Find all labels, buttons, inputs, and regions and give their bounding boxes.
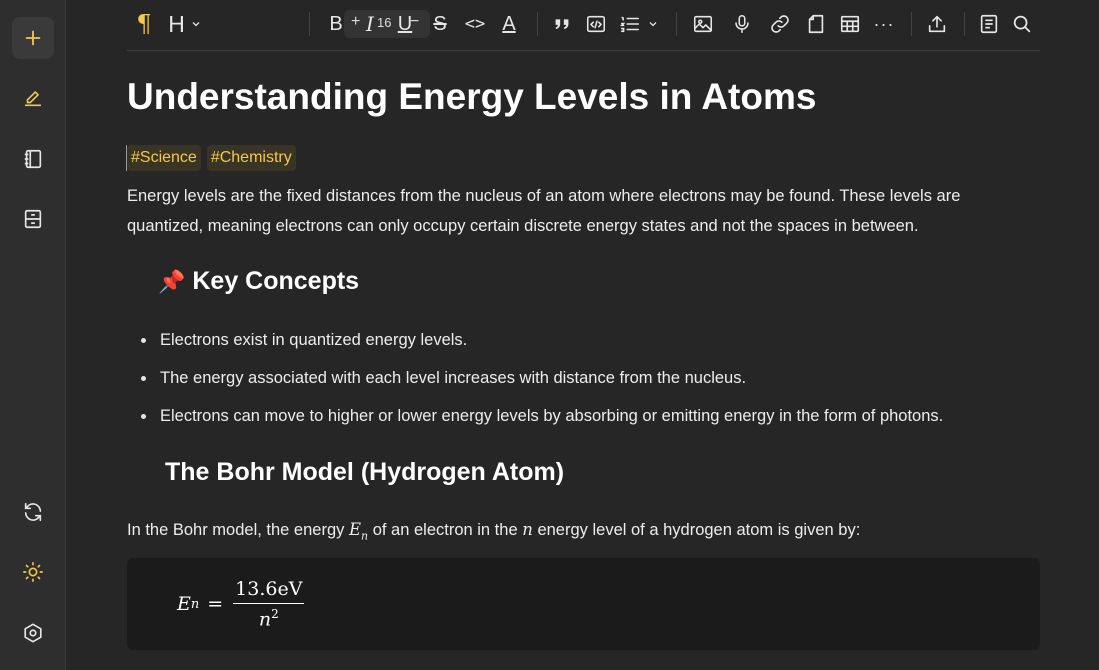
sun-icon bbox=[23, 562, 43, 582]
bohr-text-part: In the Bohr model, the energy bbox=[127, 521, 349, 539]
bold-button[interactable]: B bbox=[324, 9, 348, 39]
insert-table-button[interactable] bbox=[837, 9, 863, 39]
image-icon bbox=[693, 15, 713, 33]
denominator-exponent: 2 bbox=[271, 607, 279, 621]
code-block-button[interactable] bbox=[583, 9, 609, 39]
new-note-button[interactable] bbox=[12, 17, 54, 59]
bohr-paragraph[interactable]: In the Bohr model, the energy En of an e… bbox=[127, 515, 1027, 551]
strikethrough-button[interactable]: S bbox=[428, 9, 452, 39]
chevron-down-icon bbox=[649, 22, 657, 27]
plus-icon bbox=[25, 30, 41, 46]
toolbar-divider bbox=[676, 12, 677, 36]
tag-list: #Science #Chemistry bbox=[127, 145, 296, 171]
fraction-numerator: 13.6eV bbox=[233, 578, 305, 604]
export-button[interactable] bbox=[924, 9, 950, 39]
sidebar bbox=[0, 0, 66, 670]
key-concepts-list: Electrons exist in quantized energy leve… bbox=[127, 325, 943, 439]
energy-equation: En = 13.6eV n2 bbox=[177, 578, 305, 630]
insert-page-button[interactable] bbox=[803, 9, 829, 39]
theme-toggle-button[interactable] bbox=[12, 551, 54, 593]
chevron-down-icon bbox=[192, 22, 200, 27]
settings-button[interactable] bbox=[12, 612, 54, 654]
archive-button[interactable] bbox=[12, 198, 54, 240]
edit-button[interactable] bbox=[12, 77, 54, 119]
toolbar-divider bbox=[911, 12, 912, 36]
key-concepts-heading[interactable]: 📌 Key Concepts bbox=[158, 267, 359, 296]
more-options-button[interactable]: ··· bbox=[870, 9, 898, 39]
inline-math-En: En bbox=[348, 520, 368, 542]
toolbar-divider bbox=[309, 12, 310, 36]
math-block[interactable]: En = 13.6eV n2 bbox=[127, 558, 1040, 650]
notebooks-button[interactable] bbox=[12, 138, 54, 180]
list-item[interactable]: Electrons can move to higher or lower en… bbox=[127, 401, 943, 439]
inline-math-n: n bbox=[522, 520, 533, 539]
bohr-model-heading[interactable]: The Bohr Model (Hydrogen Atom) bbox=[165, 458, 564, 487]
font-size-stepper: + 16 − bbox=[344, 10, 430, 38]
pencil-icon bbox=[24, 91, 42, 107]
key-concepts-heading-text: Key Concepts bbox=[192, 267, 360, 295]
list-item[interactable]: Electrons exist in quantized energy leve… bbox=[127, 325, 943, 363]
heading-dropdown[interactable]: H bbox=[165, 9, 205, 39]
toolbar-divider bbox=[964, 12, 965, 36]
pushpin-emoji: 📌 bbox=[158, 269, 186, 294]
equation-fraction: 13.6eV n2 bbox=[233, 578, 305, 630]
list-icon bbox=[619, 16, 640, 33]
tag-science[interactable]: #Science bbox=[127, 145, 201, 171]
voice-input-button[interactable] bbox=[729, 9, 755, 39]
hexagon-settings-icon bbox=[24, 623, 42, 643]
insert-link-button[interactable] bbox=[767, 9, 793, 39]
underline-button[interactable]: U bbox=[393, 9, 417, 39]
table-icon bbox=[840, 15, 860, 33]
document-outline-icon bbox=[980, 14, 998, 34]
document-title[interactable]: Understanding Energy Levels in Atoms bbox=[127, 76, 816, 118]
paragraph-button[interactable]: ¶ bbox=[131, 9, 157, 39]
text-color-button[interactable]: A bbox=[497, 9, 521, 39]
formatting-toolbar: ¶ H + 16 − B I U S <> A ··· bbox=[127, 0, 1040, 51]
inline-code-button[interactable]: <> bbox=[460, 9, 490, 39]
blockquote-button[interactable] bbox=[549, 9, 575, 39]
denominator-var: n bbox=[258, 608, 272, 631]
upload-icon bbox=[928, 15, 946, 33]
link-icon bbox=[771, 15, 789, 33]
insert-image-button[interactable] bbox=[690, 9, 716, 39]
equals-sign: = bbox=[207, 593, 224, 616]
sync-button[interactable] bbox=[12, 491, 54, 533]
list-dropdown[interactable] bbox=[617, 9, 661, 39]
microphone-icon bbox=[735, 14, 749, 34]
archive-icon bbox=[24, 209, 42, 229]
sync-icon bbox=[24, 502, 42, 522]
tag-chemistry[interactable]: #Chemistry bbox=[206, 145, 296, 171]
outline-button[interactable] bbox=[976, 9, 1002, 39]
quote-icon bbox=[555, 19, 569, 30]
bohr-text-part: energy level of a hydrogen atom is given… bbox=[532, 521, 861, 539]
heading-label: H bbox=[168, 10, 185, 37]
equation-lhs: E bbox=[177, 593, 191, 616]
notebook-icon bbox=[24, 149, 42, 169]
equation-lhs-subscript: n bbox=[190, 596, 200, 612]
bohr-text-part: of an electron in the bbox=[368, 521, 523, 539]
code-block-icon bbox=[586, 15, 606, 33]
toolbar-divider bbox=[537, 12, 538, 36]
math-var: E bbox=[348, 520, 362, 539]
page-icon bbox=[808, 14, 824, 34]
list-item[interactable]: The energy associated with each level in… bbox=[127, 363, 943, 401]
search-button[interactable] bbox=[1009, 9, 1035, 39]
search-icon bbox=[1013, 15, 1031, 33]
intro-paragraph[interactable]: Energy levels are the fixed distances fr… bbox=[127, 181, 1027, 241]
italic-button[interactable]: I bbox=[358, 9, 382, 39]
fraction-denominator: n2 bbox=[259, 604, 279, 630]
